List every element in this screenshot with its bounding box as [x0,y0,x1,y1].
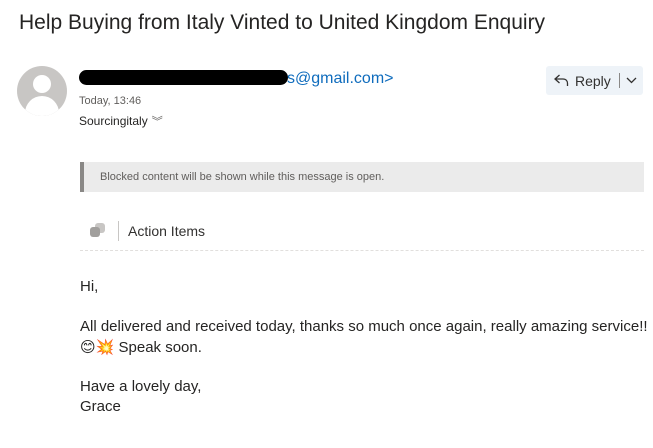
reply-arrow-icon [554,74,569,87]
body-speak-soon: Speak soon. [118,339,202,356]
sender-line[interactable]: s@gmail.com> [79,70,394,88]
redaction-bar [79,70,288,85]
action-items-bar[interactable]: Action Items [80,217,644,251]
recipient-line[interactable]: Sourcingitaly ︾ [79,113,163,129]
body-closing: Have a lovely day, [80,378,202,395]
body-signature: Grace [80,398,121,415]
reply-button-group: Reply [546,66,643,95]
body-line-2: 😊💥 Speak soon. [80,338,202,356]
action-items-label[interactable]: Action Items [128,223,205,239]
sender-avatar[interactable] [17,66,67,116]
chevron-down-icon[interactable] [620,77,637,84]
body-greeting: Hi, [80,278,99,295]
action-items-icon-front [90,227,100,237]
reply-button[interactable]: Reply [546,66,619,95]
blocked-content-banner: Blocked content will be shown while this… [80,162,644,192]
sender-email[interactable]: s@gmail.com> [287,70,394,87]
recipient-name[interactable]: Sourcingitaly [79,114,148,128]
body-line-1: All delivered and received today, thanks… [80,318,648,335]
collision-emoji: 💥 [95,338,115,356]
action-items-divider [118,221,119,241]
avatar-body-shape [25,96,59,116]
smiling-face-emoji: 😊 [80,338,96,356]
action-items-icon [90,223,106,237]
reply-label: Reply [575,72,611,89]
blocked-content-text: Blocked content will be shown while this… [100,171,385,183]
avatar-head-shape [33,75,51,93]
double-chevron-down-icon[interactable]: ︾ [152,116,163,128]
email-subject: Help Buying from Italy Vinted to United … [19,11,546,34]
email-reading-pane: Help Buying from Italy Vinted to United … [0,0,653,448]
message-timestamp: Today, 13:46 [79,95,142,107]
